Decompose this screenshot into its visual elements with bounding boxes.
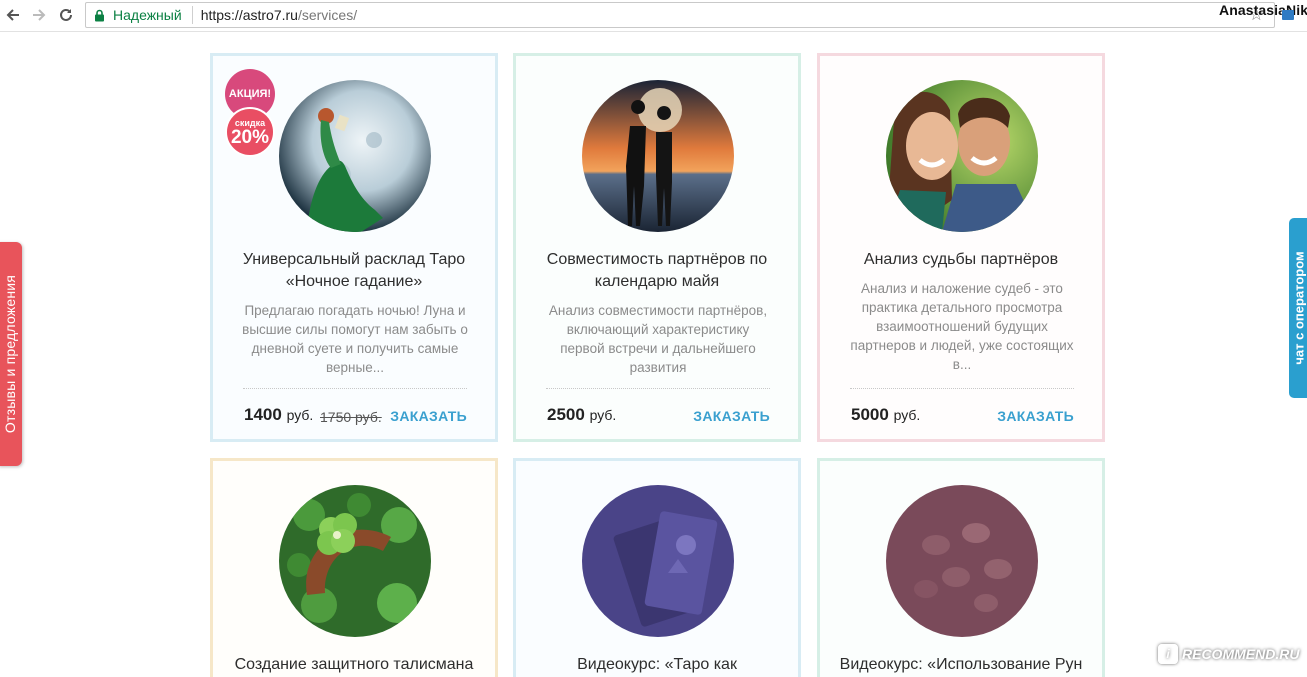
service-price: 1400 руб. xyxy=(244,405,313,425)
price-value: 1400 xyxy=(244,405,282,424)
price-currency: руб. xyxy=(893,407,921,423)
reload-button[interactable] xyxy=(55,4,77,26)
discount-value: 20% xyxy=(230,127,270,148)
order-button[interactable]: ЗАКАЗАТЬ xyxy=(390,408,467,424)
reload-icon xyxy=(60,8,72,21)
service-card: Видеокурс: «Использование Рун xyxy=(817,458,1105,677)
service-image-couple-sunset[interactable] xyxy=(582,80,734,232)
arrow-right-icon xyxy=(33,9,46,21)
divider xyxy=(243,388,467,389)
service-image-happy-couple[interactable] xyxy=(886,80,1038,232)
omnibox-divider xyxy=(191,6,193,24)
watermark-text: RECOMMEND.RU xyxy=(1182,646,1300,662)
lock-icon xyxy=(95,9,104,21)
discount-badge: скидка 20% xyxy=(225,107,275,157)
service-title[interactable]: Видеокурс: «Использование Рун xyxy=(834,654,1088,676)
price-value: 2500 xyxy=(547,405,585,424)
service-description: Анализ совместимости партнёров, включающ… xyxy=(548,303,768,375)
feedback-tab[interactable]: Отзывы и предложения xyxy=(0,242,22,466)
recommend-logo-icon: i xyxy=(1158,644,1178,664)
service-card: Анализ судьбы партнёров Анализ и наложен… xyxy=(817,53,1105,442)
extension-icon[interactable] xyxy=(1282,10,1294,20)
operator-chat-tab[interactable]: чат с оператором xyxy=(1289,218,1307,398)
service-image-runes[interactable] xyxy=(886,485,1038,637)
service-description: Анализ и наложение судеб - это практика … xyxy=(850,281,1074,372)
service-title[interactable]: Создание защитного талисмана xyxy=(227,654,481,676)
recommend-watermark: i RECOMMEND.RU xyxy=(1158,644,1299,664)
operator-chat-tab-label: чат с оператором xyxy=(1291,251,1307,365)
order-button[interactable]: ЗАКАЗАТЬ xyxy=(693,408,770,424)
price-currency: руб. xyxy=(286,407,314,423)
url-host: https://astro7.ru xyxy=(200,7,298,23)
forward-button[interactable] xyxy=(28,4,50,26)
secure-label: Надежный xyxy=(113,7,182,23)
service-image-tarot-cards[interactable] xyxy=(582,485,734,637)
back-button[interactable] xyxy=(2,4,24,26)
old-price: 1750 руб. xyxy=(320,409,382,425)
order-button[interactable]: ЗАКАЗАТЬ xyxy=(997,408,1074,424)
service-title[interactable]: Видеокурс: «Таро как xyxy=(530,654,784,676)
service-image-clover-horseshoe[interactable] xyxy=(279,485,431,637)
address-bar[interactable]: Надежный https://astro7.ru/services/ ☆ xyxy=(85,2,1275,28)
divider xyxy=(546,388,770,389)
price-value: 5000 xyxy=(851,405,889,424)
service-card: АКЦИЯ! скидка 20% Универсальный расклад … xyxy=(210,53,498,442)
browser-toolbar: Надежный https://astro7.ru/services/ ☆ A… xyxy=(0,0,1307,32)
url-path: /services/ xyxy=(297,7,358,23)
service-image-moon-woman[interactable] xyxy=(279,80,431,232)
service-title[interactable]: Анализ судьбы партнёров xyxy=(834,249,1088,271)
service-price: 5000 руб. xyxy=(851,405,920,425)
service-price: 2500 руб. xyxy=(547,405,616,425)
service-card: Создание защитного талисмана xyxy=(210,458,498,677)
service-description: Предлагаю погадать ночью! Луна и высшие … xyxy=(242,303,468,375)
divider xyxy=(850,388,1074,389)
arrow-left-icon xyxy=(6,9,19,21)
service-title[interactable]: Совместимость партнёров по календарю май… xyxy=(530,249,784,293)
feedback-tab-label: Отзывы и предложения xyxy=(2,274,18,434)
service-title[interactable]: Универсальный расклад Таро «Ночное гадан… xyxy=(227,249,481,293)
service-card: Совместимость партнёров по календарю май… xyxy=(513,53,801,442)
price-currency: руб. xyxy=(589,407,617,423)
service-card: Видеокурс: «Таро как xyxy=(513,458,801,677)
